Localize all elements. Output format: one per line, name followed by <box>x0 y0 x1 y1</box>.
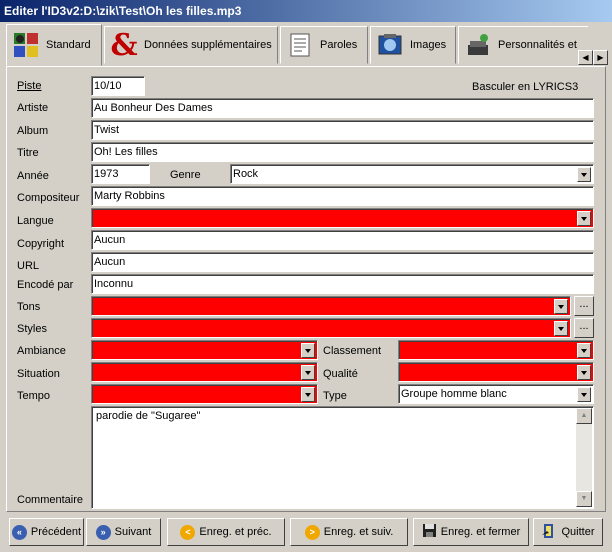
classement-select[interactable] <box>398 340 594 360</box>
tab-donnees-label: Données supplémentaires <box>144 39 272 51</box>
url-field[interactable]: Aucun <box>91 252 594 272</box>
piste-label: Piste <box>17 80 42 92</box>
images-icon <box>375 30 405 60</box>
enreg-fermer-button[interactable]: Enreg. et fermer <box>413 518 529 546</box>
copyright-label: Copyright <box>17 238 65 250</box>
chevron-down-icon[interactable] <box>577 365 591 380</box>
lyrics3-toggle-link[interactable]: Basculer en LYRICS3 <box>472 80 578 94</box>
artiste-field[interactable]: Au Bonheur Des Dames <box>91 98 594 118</box>
enreg-prec-label: Enreg. et préc. <box>199 526 272 538</box>
tab-paroles[interactable]: Paroles <box>280 26 368 64</box>
enreg-fermer-label: Enreg. et fermer <box>440 526 521 538</box>
tab-donnees[interactable]: & Données supplémentaires <box>104 26 278 64</box>
previous-icon: « <box>11 524 27 540</box>
chevron-down-icon[interactable] <box>301 343 315 358</box>
exit-door-icon <box>541 523 557 542</box>
type-label: Type <box>323 390 347 402</box>
window-title: Editer l'ID3v2:D:\zik\Test\Oh les filles… <box>0 0 612 22</box>
enreg-suiv-label: Enreg. et suiv. <box>323 526 394 538</box>
quitter-button[interactable]: Quitter <box>533 518 603 546</box>
encode-par-label: Encodé par <box>17 279 74 291</box>
styles-label: Styles <box>17 323 47 335</box>
floppy-disk-icon <box>422 523 437 541</box>
standard-icon <box>11 30 41 60</box>
qualite-label: Qualité <box>323 368 358 380</box>
copyright-field[interactable]: Aucun <box>91 230 594 250</box>
type-value: Groupe homme blanc <box>401 388 507 400</box>
tab-strip: Standard & Données supplémentaires Parol… <box>4 24 608 66</box>
save-next-icon: > <box>304 524 320 540</box>
artiste-label: Artiste <box>17 102 49 114</box>
tab-standard[interactable]: Standard <box>6 24 102 66</box>
tempo-label: Tempo <box>17 390 51 402</box>
album-field[interactable]: Twist <box>91 120 594 140</box>
tons-select[interactable] <box>91 296 571 316</box>
ampersand-icon: & <box>110 27 138 63</box>
langue-select[interactable] <box>91 208 594 228</box>
tab-paroles-label: Paroles <box>320 39 358 51</box>
compositeur-field[interactable]: Marty Robbins <box>91 186 594 206</box>
commentaire-scrollbar[interactable]: ▲ ▼ <box>576 408 592 507</box>
chevron-down-icon[interactable] <box>554 321 568 336</box>
titre-field[interactable]: Oh! Les filles <box>91 142 594 162</box>
suivant-button[interactable]: » Suivant <box>86 518 161 546</box>
lyrics-icon <box>285 30 315 60</box>
chevron-down-icon[interactable] <box>301 387 315 402</box>
styles-select[interactable] <box>91 318 571 338</box>
situation-select[interactable] <box>91 362 318 382</box>
type-select[interactable]: Groupe homme blanc <box>398 384 594 404</box>
genre-value: Rock <box>233 168 259 180</box>
url-label: URL <box>17 260 40 272</box>
chevron-down-icon[interactable] <box>577 387 591 402</box>
tab-scroll-right-button[interactable]: ▶ <box>593 50 608 65</box>
commentaire-text: parodie de "Sugaree" <box>96 410 201 422</box>
save-previous-icon: < <box>180 524 196 540</box>
tons-more-button[interactable]: ... <box>574 296 594 316</box>
tab-images-label: Images <box>410 39 447 51</box>
chevron-down-icon[interactable] <box>301 365 315 380</box>
tab-personnalites-label: Personnalités et <box>498 39 577 51</box>
quitter-label: Quitter <box>561 526 595 538</box>
titre-label: Titre <box>17 147 39 159</box>
tab-standard-label: Standard <box>46 39 91 51</box>
enreg-prec-button[interactable]: < Enreg. et préc. <box>167 518 285 546</box>
tab-personnalites[interactable]: Personnalités et <box>458 26 588 64</box>
chevron-down-icon[interactable] <box>577 343 591 358</box>
chevron-down-icon[interactable] <box>577 211 591 226</box>
qualite-select[interactable] <box>398 362 594 382</box>
piste-field[interactable]: 10/10 <box>91 76 145 96</box>
chevron-down-icon[interactable] <box>554 299 568 314</box>
annee-label: Année <box>17 170 49 182</box>
encode-par-field[interactable]: Inconnu <box>91 274 594 294</box>
people-icon <box>463 30 493 60</box>
tempo-select[interactable] <box>91 384 318 404</box>
annee-field[interactable]: 1973 <box>91 164 150 184</box>
compositeur-label: Compositeur <box>17 192 80 204</box>
precedent-label: Précédent <box>30 526 82 538</box>
classement-label: Classement <box>323 345 382 357</box>
tons-label: Tons <box>17 301 41 313</box>
tab-images[interactable]: Images <box>370 26 456 64</box>
scroll-down-icon[interactable]: ▼ <box>576 491 592 507</box>
ambiance-label: Ambiance <box>17 345 66 357</box>
styles-more-button[interactable]: ... <box>574 318 594 338</box>
tab-scroll-left-button[interactable]: ◀ <box>578 50 593 65</box>
scroll-up-icon[interactable]: ▲ <box>576 408 592 424</box>
commentaire-textarea[interactable]: parodie de "Sugaree" ▲ ▼ <box>91 406 594 509</box>
suivant-label: Suivant <box>114 526 152 538</box>
commentaire-label: Commentaire <box>17 494 84 506</box>
chevron-down-icon[interactable] <box>577 167 591 182</box>
precedent-button[interactable]: « Précédent <box>9 518 84 546</box>
langue-label: Langue <box>17 215 54 227</box>
genre-label: Genre <box>170 169 201 181</box>
ambiance-select[interactable] <box>91 340 318 360</box>
enreg-suiv-button[interactable]: > Enreg. et suiv. <box>290 518 408 546</box>
album-label: Album <box>17 125 49 137</box>
genre-select[interactable]: Rock <box>230 164 594 184</box>
next-icon: » <box>95 524 111 540</box>
situation-label: Situation <box>17 368 60 380</box>
